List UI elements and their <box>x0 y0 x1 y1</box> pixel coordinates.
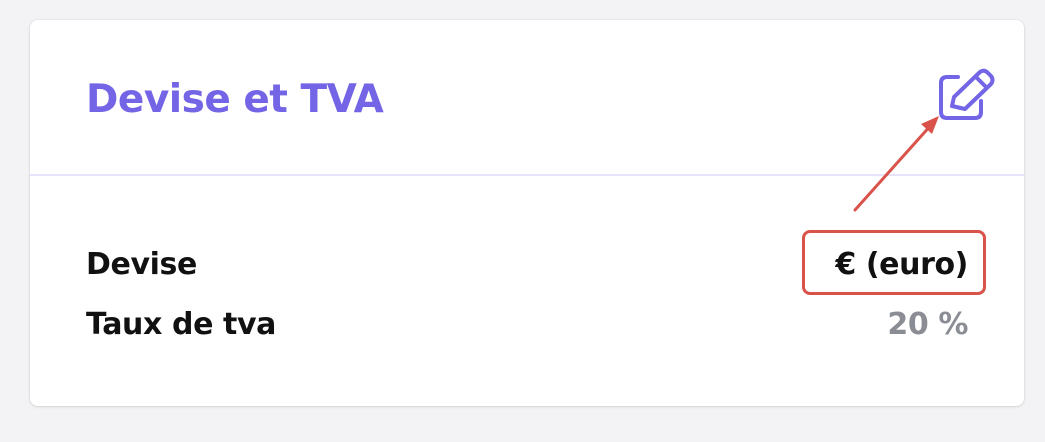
edit-button[interactable] <box>934 68 998 124</box>
currency-value: € (euro) <box>835 247 968 282</box>
currency-label: Devise <box>86 247 197 282</box>
currency-row: Devise € (euro) <box>86 245 968 285</box>
card-header: Devise et TVA <box>30 20 1024 176</box>
vat-rate-row: Taux de tva 20 % <box>86 305 968 345</box>
vat-rate-value: 20 % <box>887 307 968 342</box>
card-title: Devise et TVA <box>86 77 384 122</box>
currency-vat-card: Devise et TVA Devise € (euro) Taux de tv… <box>30 20 1024 406</box>
edit-icon <box>939 68 995 120</box>
vat-rate-label: Taux de tva <box>86 307 276 342</box>
